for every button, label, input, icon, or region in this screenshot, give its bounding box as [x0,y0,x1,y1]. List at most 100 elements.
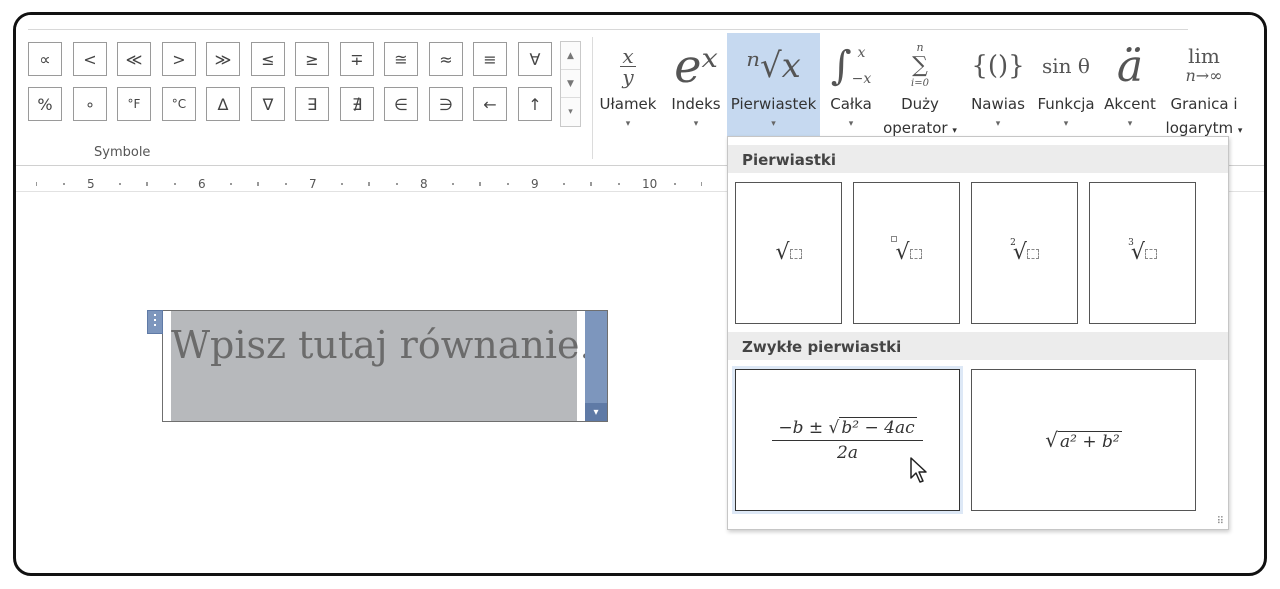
equation-side-bar: ▾ [585,311,607,421]
symbol-button[interactable]: ≫ [206,42,240,76]
large-operator-label-2: operator ▾ [883,119,957,137]
pythagorean-root-formula: √ a² + b² [1045,428,1122,452]
ruler-number: 5 [87,177,95,191]
integral-icon: ∫ x −x [830,43,872,89]
symbol-button[interactable]: % [28,87,62,121]
symbol-button[interactable]: ∈ [384,87,418,121]
chevron-down-icon: ▾ [771,119,776,129]
symbol-button[interactable]: < [73,42,107,76]
symbol-button[interactable]: ≥ [295,42,329,76]
summation-icon: n ∑ i=0 [911,41,929,89]
script-label: Indeks [671,95,721,113]
equation-container[interactable]: Wpisz tutaj równanie. ▾ [147,310,608,422]
function-icon: sin θ [1042,54,1090,78]
ruler-tick [480,182,481,186]
screenshot-frame: ∝ < ≪ > ≫ ≤ ≥ ∓ ≅ ≈ ≡ ∀% ∘ °F °C ∆ ∇ ∃ ∄ ∈ ∋ ← ↑ ▲ ▼ ▾ Symbole… [13,12,1267,576]
symbol-button[interactable]: ∇ [251,87,285,121]
symbol-button[interactable]: ↑ [518,87,552,121]
square-root-icon: √ [775,242,802,264]
tile-pythagorean-root[interactable]: √ a² + b² [971,369,1196,511]
square-root-degree-icon: 2 √ [1010,238,1039,264]
limit-log-label-2: logarytm ▾ [1165,119,1243,137]
limit-icon: lim n→∞ [1185,44,1223,85]
ruler-dot [452,183,454,185]
fraction-label: Ułamek [599,95,657,113]
integral-label: Całka [830,95,872,113]
ruler-dot [674,183,676,185]
fraction-icon: x y [620,43,636,89]
group-separator [592,37,593,159]
ruler-dot [507,183,509,185]
accent-label: Akcent [1104,95,1156,113]
ruler-tick [36,182,37,186]
cube-root-icon: 3 √ [1128,238,1157,264]
bracket-button[interactable]: {()} Nawias ▾ [968,33,1028,151]
ruler-tick [258,182,259,186]
symbols-group-label: Symbole [94,145,151,160]
integral-button[interactable]: ∫ x −x Całka ▾ [824,33,878,151]
accent-button[interactable]: ä Akcent ▾ [1100,33,1160,151]
symbol-button[interactable]: °F [117,87,151,121]
limit-log-label: Granica i [1170,95,1238,113]
large-operator-button[interactable]: n ∑ i=0 Duży operator ▾ [882,33,958,151]
symbol-button[interactable]: °C [162,87,196,121]
ruler-number: 6 [198,177,206,191]
mouse-pointer-icon [909,456,929,488]
ruler-dot [341,183,343,185]
tile-square-root-degree-2[interactable]: 2 √ [971,182,1078,324]
script-button[interactable]: eˣ Indeks ▾ [666,33,726,151]
ruler-tick [369,182,370,186]
ruler-tick [147,182,148,186]
tile-square-root[interactable]: √ [735,182,842,324]
symbols-scrollbar[interactable]: ▲ ▼ ▾ [560,41,581,127]
bracket-icon: {()} [971,51,1025,81]
symbol-button[interactable]: ∆ [206,87,240,121]
fraction-button[interactable]: x y Ułamek ▾ [598,33,658,151]
radical-label: Pierwiastek [730,95,817,113]
symbol-button[interactable]: ≡ [473,42,507,76]
equation-options-icon[interactable]: ▾ [585,403,607,421]
tile-cube-root[interactable]: 3 √ [1089,182,1196,324]
scroll-down-icon[interactable]: ▼ [561,70,580,98]
symbol-button[interactable]: ≈ [429,42,463,76]
equation-field[interactable]: Wpisz tutaj równanie. [171,311,592,421]
resize-grip-icon[interactable]: ⠿ [1217,516,1224,527]
symbol-button[interactable]: ≤ [251,42,285,76]
ruler-number: 8 [420,177,428,191]
tile-nth-root[interactable]: √ [853,182,960,324]
symbol-button[interactable]: ∓ [340,42,374,76]
large-operator-label: Duży [901,95,939,113]
section-title-radicals: Pierwiastki [728,145,1228,173]
nth-root-icon: √ [891,236,922,264]
bracket-label: Nawias [971,95,1025,113]
accent-icon: ä [1116,40,1144,92]
chevron-down-icon: ▾ [693,119,699,129]
radical-icon: ⁿ√x [746,46,801,86]
symbol-button[interactable]: ∋ [429,87,463,121]
function-label: Funkcja [1037,95,1095,113]
symbol-button[interactable]: ≪ [117,42,151,76]
tile-quadratic-formula[interactable]: −b ± √ b² − 4ac 2a [735,369,960,511]
symbol-button[interactable]: ≅ [384,42,418,76]
symbol-button[interactable]: ∃ [295,87,329,121]
symbol-button[interactable]: ∀ [518,42,552,76]
function-button[interactable]: sin θ Funkcja ▾ [1034,33,1098,151]
ribbon-top-divider [28,29,1188,30]
ruler-tick [701,182,702,186]
more-symbols-icon[interactable]: ▾ [561,98,580,126]
symbol-button[interactable]: ∄ [340,87,374,121]
limit-log-button[interactable]: lim n→∞ Granica i logarytm ▾ [1162,33,1246,151]
ruler-number: 7 [309,177,317,191]
symbol-button[interactable]: > [162,42,196,76]
section-title-common-radicals: Zwykłe pierwiastki [728,332,1228,360]
equation-placeholder[interactable]: Wpisz tutaj równanie. [171,323,592,367]
equation-move-handle[interactable] [147,310,163,334]
ruler-dot [618,183,620,185]
symbol-button[interactable]: ← [473,87,507,121]
radical-button[interactable]: ⁿ√x Pierwiastek ▾ [727,33,820,151]
quadratic-formula: −b ± √ b² − 4ac 2a [772,416,923,463]
symbol-button[interactable]: ∘ [73,87,107,121]
scroll-up-icon[interactable]: ▲ [561,42,580,70]
symbol-button[interactable]: ∝ [28,42,62,76]
ruler-dot [119,183,121,185]
